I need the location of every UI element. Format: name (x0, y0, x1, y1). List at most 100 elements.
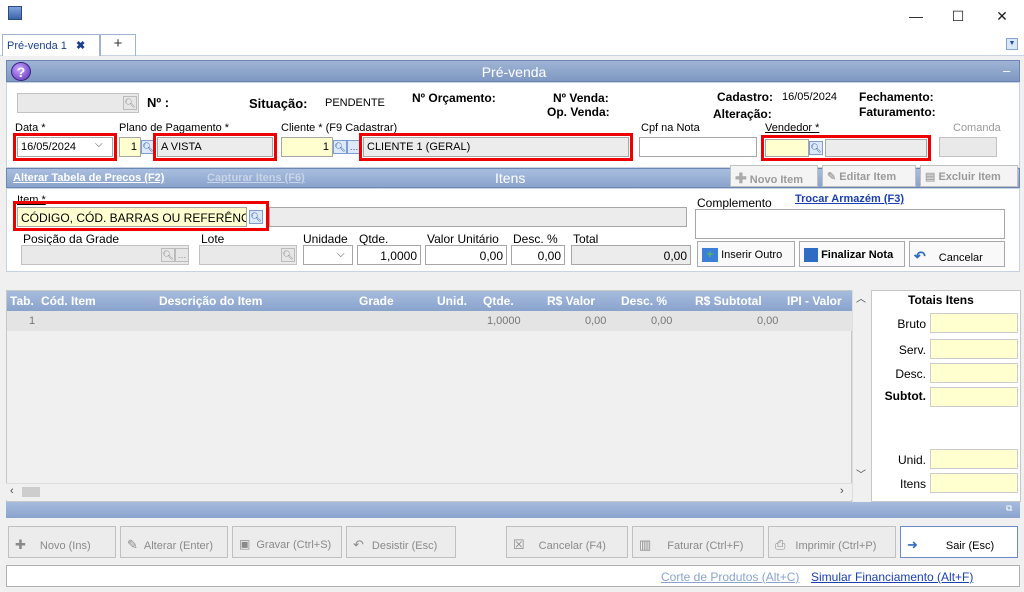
col-valor[interactable]: R$ Valor (547, 294, 595, 308)
unidade-select[interactable] (303, 245, 353, 265)
col-descp[interactable]: Desc. % (621, 294, 667, 308)
insert-icon: + (702, 248, 718, 262)
col-subtotal[interactable]: R$ Subtotal (695, 294, 762, 308)
situacao-label: Situação: (249, 96, 308, 111)
novo-button[interactable]: ✚ Novo (Ins) (8, 526, 116, 558)
plus-icon: ✚ (735, 170, 747, 186)
collapse-icon[interactable]: – (1003, 63, 1010, 78)
header-panel: 🔍︎ Nº : Situação: PENDENTE Nº Orçamento:… (6, 82, 1020, 168)
col-qtde[interactable]: Qtde. (483, 294, 514, 308)
venda-label: Nº Venda: (553, 91, 609, 105)
itens-title: Itens (495, 170, 526, 186)
numero-field[interactable] (17, 93, 139, 113)
posicao-more-icon[interactable]: … (175, 248, 189, 262)
valor-label: Valor Unitário (427, 232, 499, 246)
pencil-icon: ✎ (827, 171, 837, 183)
inserir-outro-button[interactable]: + Inserir Outro (697, 241, 795, 267)
vendedor-label: Vendedor * (765, 122, 820, 134)
minimize-button[interactable]: — (896, 4, 936, 28)
lote-label: Lote (201, 232, 225, 246)
corte-produtos-link[interactable]: Corte de Produtos (Alt+C) (661, 570, 799, 584)
close-button[interactable]: ✕ (982, 4, 1022, 28)
scroll-thumb[interactable] (22, 487, 40, 497)
vendedor-code-input[interactable] (765, 139, 809, 157)
cpf-input[interactable] (639, 137, 757, 157)
save-icon (804, 248, 818, 262)
scroll-up-icon[interactable]: ︿ (856, 290, 866, 305)
scroll-down-icon[interactable]: ﹀ (856, 466, 866, 481)
capturar-itens-link[interactable]: Capturar Itens (F6) (207, 172, 305, 184)
alterar-tabela-link[interactable]: Alterar Tabela de Precos (F2) (13, 172, 164, 184)
sair-button[interactable]: ➜ Sair (Esc) (900, 526, 1018, 558)
resize-icon[interactable]: ⧉ (1006, 503, 1012, 514)
col-ipi[interactable]: IPI - Valor (787, 294, 842, 308)
scroll-right-icon[interactable]: › (840, 485, 844, 497)
tab-strip: Pré-venda 1 ✖ + ▼ (0, 32, 1024, 56)
scroll-left-icon[interactable]: ‹ (10, 485, 14, 497)
item-input[interactable]: CÓDIGO, CÓD. BARRAS OU REFERÊNCIA (17, 207, 247, 227)
cancelar-item-button[interactable]: ↶ Cancelar (909, 241, 1005, 267)
col-desc[interactable]: Descrição do Item (159, 294, 262, 308)
chevron-down-icon[interactable]: ⌵ (95, 139, 103, 150)
document-icon: ▥ (639, 537, 652, 552)
serv-label: Serv. (898, 343, 926, 357)
tab-dropdown-icon[interactable]: ▼ (1006, 38, 1018, 50)
tab-pre-venda-1[interactable]: Pré-venda 1 ✖ (2, 34, 100, 56)
unidade-chevron-icon[interactable]: ⌵ (337, 249, 345, 260)
maximize-button[interactable]: ☐ (938, 4, 978, 28)
vertical-scrollbar[interactable]: ︿ ﹀ (852, 290, 869, 502)
qtde-label: Qtde. (359, 232, 389, 246)
cancelar-button[interactable]: ☒ Cancelar (F4) (506, 526, 628, 558)
add-tab-button[interactable]: + (100, 34, 136, 56)
totais-title: Totais Itens (908, 293, 974, 307)
title-bar: — ☐ ✕ (0, 0, 1024, 32)
undo-icon: ↶ (914, 248, 926, 264)
status-bar: Corte de Produtos (Alt+C) Simular Financ… (6, 565, 1020, 587)
item-search-icon[interactable]: 🔍︎ (249, 210, 263, 224)
app-icon (8, 6, 22, 20)
novo-item-button[interactable]: ✚ Novo Item (730, 165, 818, 187)
cliente-code-input[interactable]: 1 (281, 137, 333, 157)
item-description-field (269, 207, 687, 227)
subtot-label: Subtot. (884, 389, 926, 403)
cliente-search-icon[interactable]: 🔍︎ (333, 140, 347, 154)
items-table[interactable]: Tab. Cód. Item Descrição do Item Grade U… (6, 290, 853, 502)
vendedor-search-icon[interactable]: 🔍︎ (809, 141, 823, 155)
total-field: 0,00 (571, 245, 691, 265)
editar-item-button[interactable]: ✎ Editar Item (822, 165, 916, 187)
search-icon[interactable]: 🔍︎ (123, 96, 137, 110)
complemento-input[interactable] (695, 209, 1005, 239)
desistir-button[interactable]: ↶ Desistir (Esc) (346, 526, 456, 558)
printer-icon: ⎙ (775, 537, 786, 552)
excluir-item-button[interactable]: ▤ Excluir Item (920, 165, 1018, 187)
desc-input[interactable]: 0,00 (511, 245, 565, 265)
alterar-button[interactable]: ✎ Alterar (Enter) (120, 526, 228, 558)
simular-financiamento-link[interactable]: Simular Financiamento (Alt+F) (811, 570, 973, 584)
desc-total-field (930, 363, 1018, 383)
table-row[interactable]: 1 1,0000 0,00 0,00 0,00 (7, 311, 853, 331)
posicao-search-icon[interactable]: 🔍︎ (161, 248, 175, 262)
cliente-name-field: CLIENTE 1 (GERAL) (363, 137, 629, 157)
posicao-label: Posição da Grade (23, 232, 120, 246)
itens-field (930, 473, 1018, 493)
cadastro-value: 16/05/2024 (782, 91, 838, 103)
qtde-input[interactable]: 1,0000 (357, 245, 421, 265)
col-unid[interactable]: Unid. (437, 294, 467, 308)
gravar-button[interactable]: ▣ Gravar (Ctrl+S) (232, 526, 342, 558)
footer-separator: ⧉ (6, 502, 1020, 518)
col-grade[interactable]: Grade (359, 294, 394, 308)
totais-panel: Totais Itens Bruto Serv. Desc. Subtot. U… (871, 290, 1021, 502)
imprimir-button[interactable]: ⎙ Imprimir (Ctrl+P) (768, 526, 896, 558)
valor-input[interactable]: 0,00 (425, 245, 507, 265)
comanda-input[interactable] (939, 137, 997, 157)
col-tab[interactable]: Tab. (10, 294, 34, 308)
lote-search-icon[interactable]: 🔍︎ (281, 248, 295, 262)
serv-field (930, 339, 1018, 359)
trocar-armazem-link[interactable]: Trocar Armazém (F3) (795, 193, 904, 205)
col-cod[interactable]: Cód. Item (41, 294, 96, 308)
tab-close-icon[interactable]: ✖ (76, 40, 85, 52)
horizontal-scrollbar[interactable]: ‹ › (6, 483, 852, 500)
faturar-button[interactable]: ▥ Faturar (Ctrl+F) (632, 526, 764, 558)
plano-code-input[interactable]: 1 (119, 137, 141, 157)
finalizar-nota-button[interactable]: Finalizar Nota (799, 241, 905, 267)
